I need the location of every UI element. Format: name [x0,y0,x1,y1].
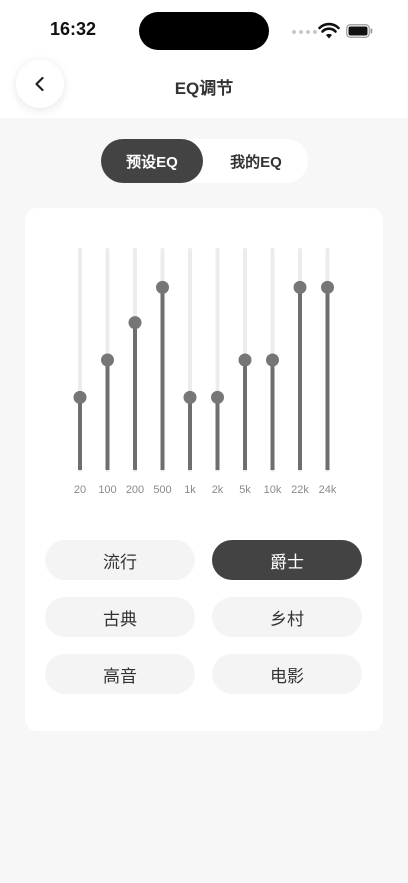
eq-card: 20 100 200 500 1k 2k 5k 10k 22k 24k 流行 爵士 古典 乡村 高… [25,208,383,731]
preset-movie-button[interactable]: 电影 [212,654,362,694]
eq-band-label: 1k [184,484,196,496]
page-title: EQ调节 [174,79,234,98]
preset-country-button[interactable]: 乡村 [212,597,362,637]
eq-band-label: 5k [239,484,251,496]
preset-pop-button[interactable]: 流行 [45,540,195,580]
eq-band-label: 10k [263,484,282,496]
preset-jazz-button[interactable]: 爵士 [212,540,362,580]
battery-icon [346,24,373,38]
eq-band-label: 2k [211,484,224,496]
status-bar: 16:32 [0,0,408,62]
preset-classical-button[interactable]: 古典 [45,597,195,637]
eq-band-label: 100 [98,484,117,496]
eq-source-segmented-control: 预设EQ 我的EQ [101,139,308,183]
equalizer-band-labels: 20 100 200 500 1k 2k 5k 10k 22k 24k [25,208,383,508]
tab-preset-eq[interactable]: 预设EQ [101,139,203,183]
tab-my-eq[interactable]: 我的EQ [204,139,308,183]
dynamic-island [139,12,269,50]
eq-band-label: 24k [318,484,337,496]
eq-band-label: 20 [73,484,87,496]
eq-band-label: 500 [153,484,172,496]
eq-band-label: 200 [125,484,145,496]
preset-treble-button[interactable]: 高音 [45,654,195,694]
eq-band-label: 22k [291,484,309,496]
cellular-signal-icon [292,30,317,34]
status-time: 16:32 [50,19,97,39]
wifi-icon [318,22,340,39]
